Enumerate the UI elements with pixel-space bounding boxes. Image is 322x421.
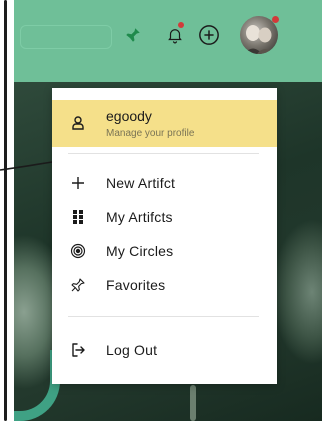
notification-badge [178,22,184,28]
menu-item-label: New Artifct [106,175,176,191]
user-icon [70,115,86,131]
top-header [14,0,322,82]
profile-username: egoody [106,108,152,124]
search-input[interactable] [20,25,112,49]
pin-icon[interactable] [120,22,146,48]
grid-icon [68,207,88,227]
menu-item-label: My Artifcts [106,209,173,225]
menu-item-my-circles[interactable]: My Circles [52,237,277,265]
bell-icon[interactable] [162,22,188,48]
target-icon [68,241,88,261]
menu-item-label: Log Out [106,342,158,358]
menu-divider [68,153,259,154]
background-detail [190,385,196,421]
logout-icon [68,340,88,360]
menu-item-label: Favorites [106,277,166,293]
menu-item-label: My Circles [106,243,174,259]
profile-subtitle: Manage your profile [106,128,195,139]
menu-item-new-artifact[interactable]: New Artifct [52,169,277,197]
menu-item-log-out[interactable]: Log Out [52,336,277,364]
pin-outline-icon [68,275,88,295]
add-circle-icon[interactable] [196,22,222,48]
menu-item-my-artifacts[interactable]: My Artifcts [52,203,277,231]
frame-border [4,0,7,421]
avatar-status-dot [272,16,279,23]
profile-item[interactable]: egoody Manage your profile [52,100,277,147]
menu-divider [68,316,259,317]
plus-icon [68,173,88,193]
profile-dropdown-menu: egoody Manage your profile New Artifct M… [52,88,277,384]
menu-item-favorites[interactable]: Favorites [52,271,277,299]
app-screen: egoody Manage your profile New Artifct M… [0,0,322,421]
